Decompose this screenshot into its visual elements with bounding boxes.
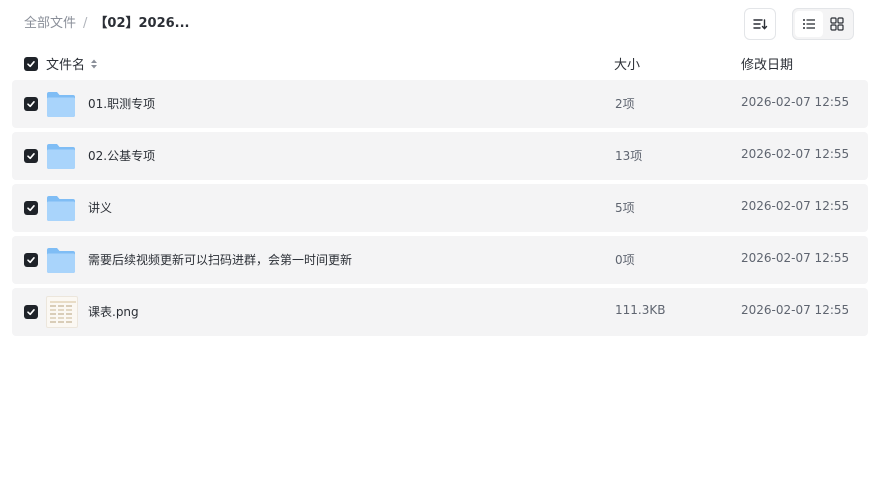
check-icon	[27, 152, 35, 160]
file-size: 13项	[615, 149, 643, 163]
sort-button[interactable]	[744, 8, 776, 40]
file-list: 01.职测专项 2项 2026-02-07 12:55 02.公基专项 13项 …	[12, 80, 868, 340]
file-size: 0项	[615, 253, 635, 267]
file-name[interactable]: 需要后续视频更新可以扫码进群，会第一时间更新	[88, 251, 352, 268]
file-size: 2项	[615, 97, 635, 111]
folder-icon	[47, 144, 75, 169]
check-icon	[27, 204, 35, 212]
top-bar: 全部文件 / 【02】2026...	[0, 0, 878, 48]
name-column-header[interactable]: 文件名	[46, 54, 99, 73]
file-row[interactable]: 需要后续视频更新可以扫码进群，会第一时间更新 0项 2026-02-07 12:…	[12, 236, 868, 284]
grid-view-button[interactable]	[823, 11, 851, 37]
list-view-icon	[803, 19, 815, 29]
file-modified-date: 2026-02-07 12:55	[741, 303, 850, 317]
view-mode-toggle	[792, 8, 854, 40]
row-checkbox[interactable]	[24, 253, 38, 267]
grid-view-icon	[830, 17, 844, 31]
folder-icon	[47, 248, 75, 273]
breadcrumb: 全部文件 / 【02】2026...	[24, 14, 190, 34]
file-name[interactable]: 01.职测专项	[88, 95, 155, 112]
image-thumbnail-icon	[46, 296, 78, 328]
file-row[interactable]: 课表.png 111.3KB 2026-02-07 12:55	[12, 288, 868, 336]
file-row[interactable]: 02.公基专项 13项 2026-02-07 12:55	[12, 132, 868, 180]
name-column-label: 文件名	[46, 58, 86, 73]
file-name[interactable]: 02.公基专项	[88, 147, 155, 164]
table-header: 文件名 大小 修改日期	[12, 52, 868, 76]
sort-icon	[753, 19, 768, 30]
file-row[interactable]: 01.职测专项 2项 2026-02-07 12:55	[12, 80, 868, 128]
file-name[interactable]: 课表.png	[88, 303, 139, 320]
file-modified-date: 2026-02-07 12:55	[741, 147, 850, 161]
row-checkbox[interactable]	[24, 97, 38, 111]
folder-icon	[47, 196, 75, 221]
row-checkbox[interactable]	[24, 305, 38, 319]
modified-column-header[interactable]: 修改日期	[741, 54, 793, 73]
sort-toggle-icon	[91, 59, 98, 68]
check-icon	[27, 100, 35, 108]
file-row[interactable]: 讲义 5项 2026-02-07 12:55	[12, 184, 868, 232]
row-checkbox[interactable]	[24, 201, 38, 215]
check-icon	[27, 60, 35, 68]
breadcrumb-current: 【02】2026...	[94, 16, 190, 31]
breadcrumb-root-link[interactable]: 全部文件	[24, 14, 76, 34]
size-column-header[interactable]: 大小	[614, 54, 640, 73]
list-view-button[interactable]	[795, 11, 823, 37]
folder-icon	[47, 92, 75, 117]
check-icon	[27, 256, 35, 264]
file-size: 5项	[615, 201, 635, 215]
breadcrumb-separator: /	[83, 16, 88, 31]
file-name[interactable]: 讲义	[88, 199, 112, 216]
select-all-checkbox[interactable]	[24, 57, 38, 71]
file-modified-date: 2026-02-07 12:55	[741, 251, 850, 265]
row-checkbox[interactable]	[24, 149, 38, 163]
check-icon	[27, 308, 35, 316]
file-modified-date: 2026-02-07 12:55	[741, 95, 850, 109]
file-size: 111.3KB	[615, 303, 666, 317]
file-modified-date: 2026-02-07 12:55	[741, 199, 850, 213]
